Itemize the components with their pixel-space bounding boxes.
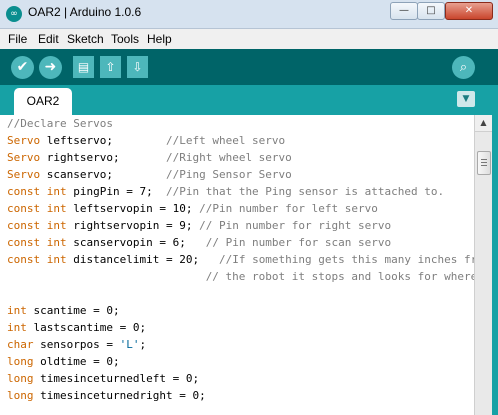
code-token: //Pin number for left servo xyxy=(199,202,378,215)
serial-monitor-icon[interactable]: ⌕ xyxy=(452,56,475,79)
code-token: leftservopin = 10; xyxy=(66,202,200,215)
code-token: int xyxy=(46,253,67,266)
menu-tools[interactable]: Tools xyxy=(111,32,139,46)
title-bar: ∞ OAR2 | Arduino 1.0.6 — □ ✕ xyxy=(0,0,498,29)
menu-sketch[interactable]: Sketch xyxy=(67,32,104,46)
code-text[interactable]: //Declare Servos Servo leftservo; //Left … xyxy=(0,115,474,404)
code-token: long xyxy=(7,355,34,368)
tab-menu-icon[interactable]: ▼ xyxy=(457,91,475,107)
code-token: int xyxy=(46,236,67,249)
code-token: Servo xyxy=(7,168,41,181)
code-editor[interactable]: //Declare Servos Servo leftservo; //Left … xyxy=(0,115,474,415)
code-token: scanservo; xyxy=(40,168,166,181)
arduino-logo-icon: ∞ xyxy=(6,6,22,22)
code-token: char xyxy=(7,338,34,351)
code-line[interactable]: const int scanservopin = 6; // Pin numbe… xyxy=(7,234,474,251)
code-token: leftservo; xyxy=(40,134,166,147)
code-token: int xyxy=(7,321,27,334)
code-line[interactable]: long timesinceturnedleft = 0; xyxy=(7,370,474,387)
menu-file[interactable]: File xyxy=(8,32,27,46)
menu-edit[interactable]: Edit xyxy=(38,32,59,46)
code-line[interactable]: const int leftservopin = 10; //Pin numbe… xyxy=(7,200,474,217)
save-icon[interactable]: ⇩ xyxy=(127,56,148,78)
code-token: //Pin that the Ping sensor is attached t… xyxy=(165,185,445,198)
code-token: rightservopin = 9; xyxy=(66,219,200,232)
code-token: sensorpos = xyxy=(33,338,120,351)
tab-oar2[interactable]: OAR2 xyxy=(14,88,72,115)
code-token: long xyxy=(7,389,34,402)
code-token: scanservopin = 6; xyxy=(66,236,206,249)
code-token: int xyxy=(46,185,67,198)
code-token: timesinceturnedright = 0; xyxy=(33,389,206,402)
scroll-thumb[interactable] xyxy=(477,151,491,175)
code-token: const xyxy=(7,202,41,215)
code-token: int xyxy=(7,304,27,317)
code-token: // Pin number for right servo xyxy=(199,219,392,232)
window-title: OAR2 | Arduino 1.0.6 xyxy=(28,5,142,19)
upload-icon[interactable]: ➜ xyxy=(39,56,62,79)
tab-bar: OAR2 ▼ xyxy=(0,85,498,115)
close-button[interactable]: ✕ xyxy=(445,2,493,20)
code-token: const xyxy=(7,185,41,198)
code-token: 'L' xyxy=(119,338,140,351)
code-line[interactable]: char sensorpos = 'L'; xyxy=(7,336,474,353)
code-token: scantime = 0; xyxy=(26,304,120,317)
toolbar: ✔ ➜ ▤ ⇧ ⇩ ⌕ xyxy=(0,49,498,85)
code-token: Servo xyxy=(7,134,41,147)
code-token: const xyxy=(7,236,41,249)
menu-bar: File Edit Sketch Tools Help xyxy=(0,29,498,49)
code-line[interactable]: Servo leftservo; //Left wheel servo xyxy=(7,132,474,149)
code-token: //Declare Servos xyxy=(7,117,113,130)
code-token: ; xyxy=(139,338,147,351)
code-token: int xyxy=(46,202,67,215)
code-token: // Pin number for scan servo xyxy=(205,236,392,249)
code-token: const xyxy=(7,219,41,232)
code-line[interactable]: // the robot it stops and looks for wher… xyxy=(7,268,474,285)
code-line[interactable]: long oldtime = 0; xyxy=(7,353,474,370)
code-line[interactable]: Servo rightservo; //Right wheel servo xyxy=(7,149,474,166)
code-token: pingPin = 7; xyxy=(66,185,166,198)
code-token: rightservo; xyxy=(40,151,166,164)
code-line[interactable]: const int distancelimit = 20; //If somet… xyxy=(7,251,474,268)
code-token: //If something gets this many inches fro… xyxy=(218,253,474,266)
code-token: Servo xyxy=(7,151,41,164)
window-border xyxy=(492,85,498,415)
code-token: distancelimit = 20; xyxy=(66,253,219,266)
minimize-button[interactable]: — xyxy=(390,2,418,20)
code-line[interactable] xyxy=(7,285,474,302)
code-line[interactable]: long timesinceturnedright = 0; xyxy=(7,387,474,404)
code-token: // the robot it stops and looks for wher… xyxy=(205,270,474,283)
vertical-scrollbar[interactable]: ▲ xyxy=(474,115,492,415)
code-token: long xyxy=(7,372,34,385)
code-line[interactable]: //Declare Servos xyxy=(7,115,474,132)
maximize-button[interactable]: □ xyxy=(417,2,445,20)
code-line[interactable]: int scantime = 0; xyxy=(7,302,474,319)
code-line[interactable]: const int pingPin = 7; //Pin that the Pi… xyxy=(7,183,474,200)
code-token: lastscantime = 0; xyxy=(26,321,147,334)
scroll-up-icon[interactable]: ▲ xyxy=(475,115,492,132)
menu-help[interactable]: Help xyxy=(147,32,172,46)
code-token: const xyxy=(7,253,41,266)
new-icon[interactable]: ▤ xyxy=(73,56,94,78)
code-token: //Left wheel servo xyxy=(165,134,286,147)
verify-icon[interactable]: ✔ xyxy=(11,56,34,79)
code-token: int xyxy=(46,219,67,232)
code-line[interactable]: int lastscantime = 0; xyxy=(7,319,474,336)
open-icon[interactable]: ⇧ xyxy=(100,56,121,78)
code-line[interactable]: Servo scanservo; //Ping Sensor Servo xyxy=(7,166,474,183)
code-token: //Ping Sensor Servo xyxy=(165,168,292,181)
code-token: //Right wheel servo xyxy=(165,151,292,164)
code-token: oldtime = 0; xyxy=(33,355,120,368)
code-token: timesinceturnedleft = 0; xyxy=(33,372,200,385)
code-line[interactable]: const int rightservopin = 9; // Pin numb… xyxy=(7,217,474,234)
